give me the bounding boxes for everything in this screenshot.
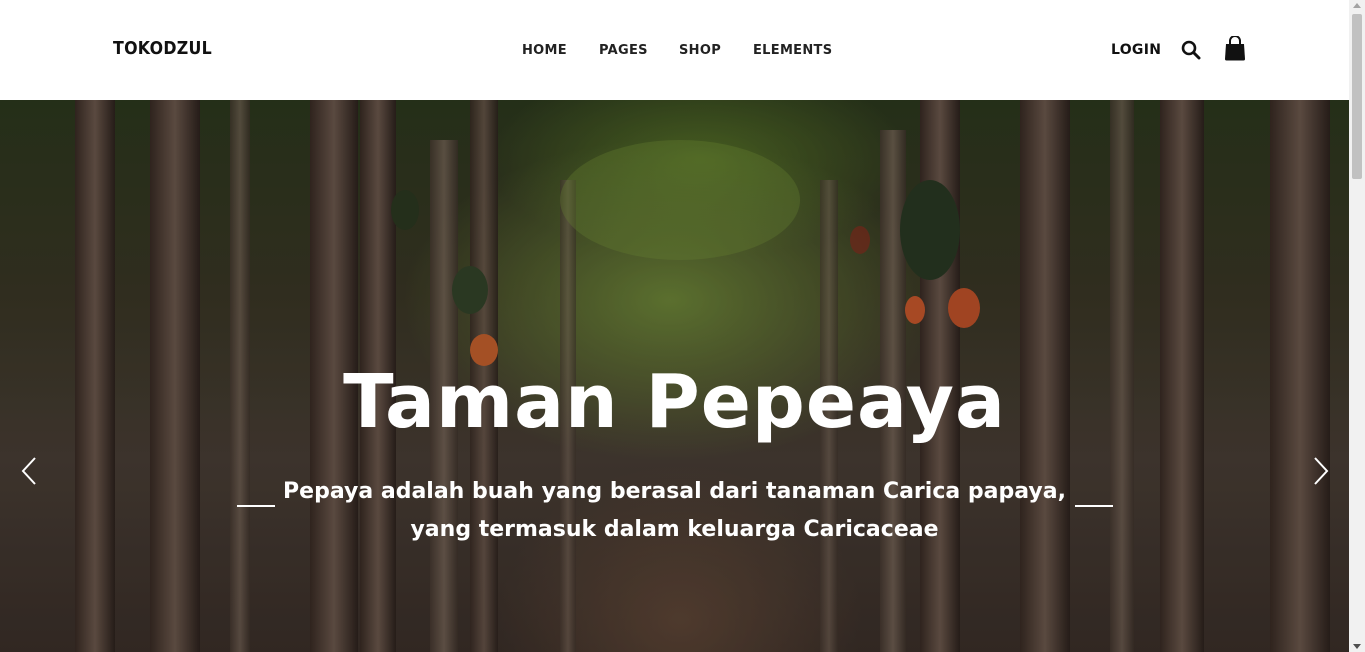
login-link[interactable]: LOGIN: [1111, 42, 1161, 58]
chevron-left-icon[interactable]: [15, 456, 45, 486]
site-header: TOKODZUL HOME PAGES SHOP ELEMENTS LOGIN: [0, 0, 1349, 100]
hero-subtitle: Pepaya adalah buah yang berasal dari tan…: [0, 473, 1349, 549]
hero-subtitle-line-2: yang termasuk dalam keluarga Caricaceae: [410, 517, 939, 542]
page-scrollbar[interactable]: [1349, 0, 1365, 652]
hero-slider: Taman Pepeaya Pepaya adalah buah yang be…: [0, 100, 1349, 652]
scroll-down-arrow-icon[interactable]: [1353, 644, 1361, 649]
scroll-thumb[interactable]: [1352, 14, 1362, 179]
hero-title: Taman Pepeaya: [343, 359, 1006, 445]
nav-pages[interactable]: PAGES: [599, 43, 648, 58]
search-icon[interactable]: [1181, 40, 1201, 60]
scroll-up-arrow-icon[interactable]: [1353, 3, 1361, 8]
nav-elements[interactable]: ELEMENTS: [753, 43, 832, 58]
chevron-right-icon[interactable]: [1305, 456, 1335, 486]
site-logo[interactable]: TOKODZUL: [113, 38, 212, 59]
nav-shop[interactable]: SHOP: [679, 43, 721, 58]
hero-subtitle-line-1: Pepaya adalah buah yang berasal dari tan…: [283, 479, 1066, 504]
nav-home[interactable]: HOME: [522, 43, 567, 58]
shopping-bag-icon[interactable]: [1224, 36, 1246, 61]
